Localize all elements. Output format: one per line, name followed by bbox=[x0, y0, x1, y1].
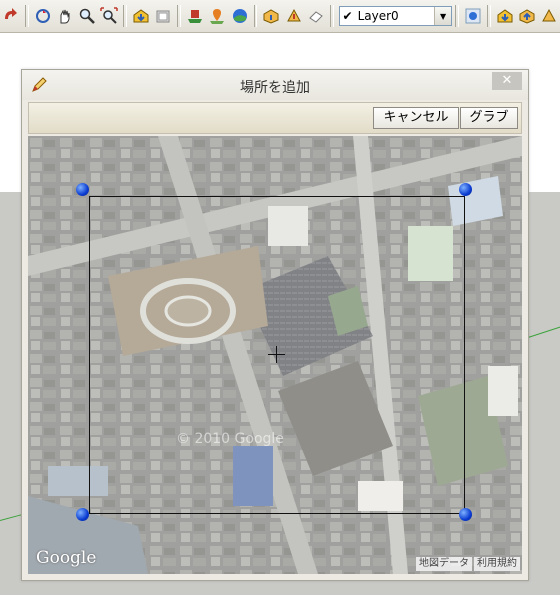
orbit-icon bbox=[35, 9, 50, 23]
share-component-button[interactable] bbox=[517, 5, 537, 27]
toggle-terrain-button[interactable] bbox=[229, 5, 249, 27]
zoom-extents-button[interactable] bbox=[99, 5, 119, 27]
extension-button[interactable] bbox=[539, 5, 559, 27]
close-button[interactable]: ✕ bbox=[492, 72, 522, 90]
cancel-button[interactable]: キャンセル bbox=[373, 107, 459, 129]
toolbar-separator bbox=[253, 5, 258, 27]
add-location-icon bbox=[210, 9, 225, 24]
selection-handle-bottom-left[interactable] bbox=[76, 508, 89, 521]
share-model-icon bbox=[156, 10, 170, 23]
map-data-link[interactable]: 地図データ bbox=[416, 557, 472, 571]
toolbar-separator bbox=[177, 5, 182, 27]
toolbar-separator bbox=[486, 5, 491, 27]
zoom-button[interactable] bbox=[77, 5, 97, 27]
selection-handle-top-left[interactable] bbox=[76, 183, 89, 196]
selection-handle-bottom-right[interactable] bbox=[459, 508, 472, 521]
orbit-button[interactable] bbox=[33, 5, 53, 27]
dialog-titlebar[interactable]: 場所を追加 ✕ bbox=[22, 70, 528, 100]
layer-name: Layer0 bbox=[357, 9, 399, 23]
pan-button[interactable] bbox=[55, 5, 75, 27]
selection-handle-top-right[interactable] bbox=[459, 183, 472, 196]
toolbar-separator bbox=[25, 5, 29, 27]
zoom-icon bbox=[79, 8, 96, 24]
rotate-tool-icon bbox=[5, 8, 18, 19]
satellite-map[interactable]: © 2010 Google Google 地図データ 利用規約 bbox=[28, 136, 522, 574]
share-model-button[interactable] bbox=[153, 5, 173, 27]
toolbar-separator bbox=[455, 5, 459, 27]
warehouse-get-models-icon bbox=[133, 9, 149, 23]
layer-select[interactable]: ✔ Layer0 ▼ bbox=[338, 6, 453, 26]
materials-button[interactable] bbox=[284, 5, 304, 27]
current-layer-check-icon: ✔ bbox=[342, 9, 353, 23]
toggle-terrain-icon bbox=[232, 9, 247, 23]
eraser-button[interactable] bbox=[306, 5, 326, 27]
google-logo: Google bbox=[36, 548, 97, 568]
place-model-icon bbox=[188, 10, 203, 23]
extension-icon bbox=[542, 8, 556, 22]
eraser-icon bbox=[308, 11, 323, 23]
dialog-button-bar: キャンセル グラブ bbox=[28, 102, 522, 134]
get-models-button[interactable] bbox=[495, 5, 515, 27]
chevron-down-icon[interactable]: ▼ bbox=[434, 7, 452, 25]
grab-button[interactable]: グラブ bbox=[460, 107, 518, 129]
toolbar-separator bbox=[123, 5, 128, 27]
add-location-dialog: 場所を追加 ✕ キャンセル グラブ © 2010 Google Google 地… bbox=[21, 69, 529, 581]
get-models-icon bbox=[497, 9, 513, 23]
pan-icon bbox=[60, 9, 70, 24]
share-component-icon bbox=[519, 9, 535, 24]
main-toolbar: ✔ Layer0 ▼ bbox=[0, 0, 560, 33]
zoom-extents-icon bbox=[100, 7, 119, 24]
close-icon: ✕ bbox=[501, 73, 513, 88]
layer-manager-button[interactable] bbox=[463, 5, 483, 27]
components-button[interactable] bbox=[261, 5, 281, 27]
dialog-title: 場所を追加 bbox=[240, 80, 310, 96]
layer-manager-icon bbox=[465, 8, 481, 24]
warehouse-get-models-button[interactable] bbox=[131, 5, 151, 27]
components-icon bbox=[263, 9, 279, 24]
place-model-button[interactable] bbox=[185, 5, 205, 27]
terms-of-use-link[interactable]: 利用規約 bbox=[474, 557, 520, 571]
rotate-tool-button[interactable] bbox=[1, 5, 21, 27]
add-location-button[interactable] bbox=[207, 5, 227, 27]
materials-icon bbox=[286, 8, 301, 22]
toolbar-separator bbox=[329, 5, 334, 27]
crosshair-icon bbox=[268, 346, 285, 363]
